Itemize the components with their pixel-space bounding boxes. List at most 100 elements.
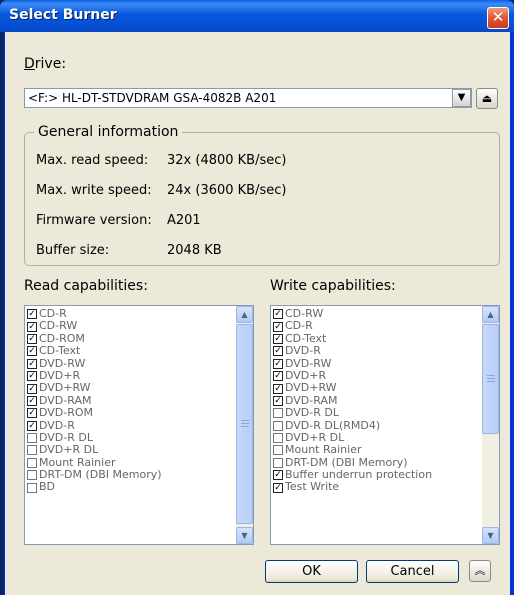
firmware-version-value: A201 <box>167 213 201 228</box>
drive-select[interactable]: <F:> HL-DT-STDVDRAM GSA-4082B A201 <box>24 88 472 108</box>
firmware-version-label: Firmware version: <box>36 213 152 228</box>
double-chevron-up-icon: ︽ <box>474 564 486 577</box>
more-button[interactable]: ︽ <box>469 560 491 582</box>
grip-line <box>487 375 495 376</box>
grip-line <box>487 381 495 382</box>
unchecked-checkbox[interactable] <box>273 457 283 468</box>
unchecked-checkbox[interactable] <box>273 433 283 444</box>
checked-checkbox[interactable]: ✓ <box>27 383 37 394</box>
write-capabilities-list[interactable]: ✓ CD-RW ✓ CD-R ✓ CD-Text ✓ DVD-R ✓ DVD-RW ✓ DVD+R ✓ D… <box>270 305 500 545</box>
checked-checkbox[interactable]: ✓ <box>273 346 283 357</box>
unchecked-checkbox[interactable] <box>27 470 37 481</box>
list-item[interactable]: ✓ DVD+RW <box>273 381 481 395</box>
window-frame-right <box>510 32 514 595</box>
scroll-thumb[interactable] <box>482 324 499 434</box>
drive-label: Drive: <box>24 56 66 72</box>
checked-checkbox[interactable]: ✓ <box>273 371 283 382</box>
checked-checkbox[interactable]: ✓ <box>273 321 283 332</box>
unchecked-checkbox[interactable] <box>27 433 37 444</box>
list-item[interactable]: BD <box>27 481 235 493</box>
title-bar[interactable]: Select Burner ✕ <box>0 0 514 32</box>
list-item[interactable]: ✓ CD-Text <box>27 344 235 358</box>
grip-line <box>241 423 249 424</box>
cancel-button[interactable]: Cancel <box>366 560 459 583</box>
list-item-label: DRT-DM (DBI Memory) <box>39 468 162 482</box>
checked-checkbox[interactable]: ✓ <box>27 333 37 344</box>
list-item-label: DVD-ROM <box>39 406 94 420</box>
checked-checkbox[interactable]: ✓ <box>273 395 283 406</box>
max-read-speed-label: Max. read speed: <box>36 153 149 168</box>
unchecked-checkbox[interactable] <box>27 445 37 456</box>
scroll-up-button[interactable]: ▲ <box>482 306 499 323</box>
list-item[interactable]: ✓ DVD+RW <box>27 381 235 395</box>
scroll-thumb[interactable] <box>236 324 253 524</box>
unchecked-checkbox[interactable] <box>27 457 37 468</box>
checked-checkbox[interactable]: ✓ <box>27 346 37 357</box>
grip-line <box>241 426 249 427</box>
drive-label-rest: rive: <box>34 56 67 72</box>
checked-checkbox[interactable]: ✓ <box>27 408 37 419</box>
list-item[interactable]: DVD+R DL <box>27 443 235 457</box>
list-item-label: CD-Text <box>39 344 81 358</box>
checked-checkbox[interactable]: ✓ <box>273 309 283 320</box>
window-title: Select Burner <box>9 7 117 23</box>
list-item-label: DVD+RW <box>285 381 337 395</box>
close-icon: ✕ <box>491 8 505 26</box>
checked-checkbox[interactable]: ✓ <box>27 358 37 369</box>
list-item-label: DVD+R DL <box>39 443 99 457</box>
list-item[interactable]: Mount Rainier <box>273 443 481 457</box>
list-item[interactable]: ✓ CD-RW <box>27 319 235 333</box>
checked-checkbox[interactable]: ✓ <box>273 482 283 493</box>
read-capabilities-items: ✓ CD-R ✓ CD-RW ✓ CD-ROM ✓ CD-Text ✓ DVD-RW ✓ DVD+R ✓… <box>27 307 235 494</box>
eject-icon: ⏏ <box>481 92 493 105</box>
list-item[interactable]: ✓ Test Write <box>273 481 481 493</box>
list-item-label: CD-R <box>285 319 313 333</box>
checked-checkbox[interactable]: ✓ <box>273 358 283 369</box>
ok-button[interactable]: OK <box>265 560 358 583</box>
general-information-legend: General information <box>34 124 183 140</box>
list-item-label: CD-RW <box>39 319 78 333</box>
write-capabilities-items: ✓ CD-RW ✓ CD-R ✓ CD-Text ✓ DVD-R ✓ DVD-RW ✓ DVD+R ✓ D… <box>273 307 481 494</box>
list-item-label: Test Write <box>285 480 340 494</box>
write-scrollbar[interactable]: ▲ ▼ <box>482 306 499 544</box>
list-item-label: DVD+RW <box>39 381 91 395</box>
read-scrollbar[interactable]: ▲ ▼ <box>236 306 253 544</box>
checked-checkbox[interactable]: ✓ <box>27 420 37 431</box>
list-item-label: BD <box>39 480 56 494</box>
list-item[interactable]: DVD-R DL <box>273 406 481 420</box>
list-item[interactable]: ✓ DVD-R <box>273 344 481 357</box>
list-item[interactable]: ✓ DVD-ROM <box>27 406 235 420</box>
close-button[interactable]: ✕ <box>487 7 509 29</box>
scroll-down-button[interactable]: ▼ <box>236 527 253 544</box>
checked-checkbox[interactable]: ✓ <box>273 383 283 394</box>
max-read-speed-value: 32x (4800 KB/sec) <box>167 153 287 168</box>
eject-button[interactable]: ⏏ <box>476 88 498 109</box>
max-write-speed-value: 24x (3600 KB/sec) <box>167 183 287 198</box>
write-capabilities-label: Write capabilities: <box>270 278 396 294</box>
max-write-speed-label: Max. write speed: <box>36 183 152 198</box>
drive-label-accelerator: D <box>24 56 35 72</box>
checked-checkbox[interactable]: ✓ <box>27 321 37 332</box>
unchecked-checkbox[interactable] <box>273 420 283 431</box>
scroll-up-button[interactable]: ▲ <box>236 306 253 323</box>
checked-checkbox[interactable]: ✓ <box>27 395 37 406</box>
list-item[interactable]: DRT-DM (DBI Memory) <box>27 468 235 482</box>
unchecked-checkbox[interactable] <box>273 408 283 419</box>
unchecked-checkbox[interactable] <box>273 445 283 456</box>
list-item-label: Mount Rainier <box>285 443 362 457</box>
checked-checkbox[interactable]: ✓ <box>27 309 37 320</box>
grip-line <box>487 378 495 379</box>
read-capabilities-label: Read capabilities: <box>24 278 148 294</box>
read-capabilities-list[interactable]: ✓ CD-R ✓ CD-RW ✓ CD-ROM ✓ CD-Text ✓ DVD-RW ✓ DVD+R ✓… <box>24 305 254 545</box>
checked-checkbox[interactable]: ✓ <box>273 470 283 481</box>
list-item[interactable]: ✓ CD-R <box>273 319 481 333</box>
grip-line <box>241 420 249 421</box>
chevron-down-icon[interactable]: ▼ <box>452 89 471 107</box>
unchecked-checkbox[interactable] <box>27 482 37 493</box>
buffer-size-value: 2048 KB <box>167 243 222 258</box>
checked-checkbox[interactable]: ✓ <box>273 333 283 344</box>
buffer-size-label: Buffer size: <box>36 243 110 258</box>
scroll-down-button[interactable]: ▼ <box>482 527 499 544</box>
checked-checkbox[interactable]: ✓ <box>27 371 37 382</box>
list-item-label: DVD-R DL <box>285 406 339 420</box>
